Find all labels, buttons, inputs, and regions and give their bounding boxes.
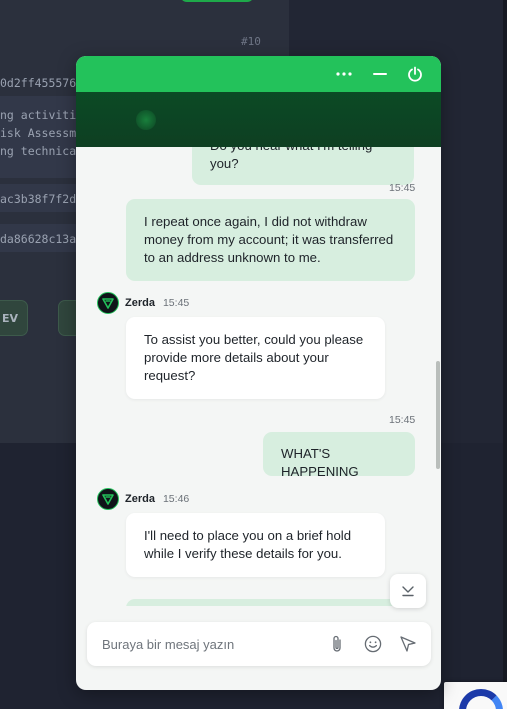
bot-meta: Zerda 15:45 [97,292,189,314]
bot-name: Zerda [125,493,155,505]
user-message: WHAT'S HAPPENING [263,432,415,479]
chat-widget: Do you hear what I'm telling you? 15:45 … [76,56,441,690]
send-icon[interactable] [398,634,418,654]
message-time: 15:45 [162,297,190,309]
message-time: 15:45 [389,414,416,426]
chat-banner [76,92,441,147]
chat-header [76,56,441,92]
zerda-logo-icon [97,488,119,510]
message-list[interactable]: Do you hear what I'm telling you? 15:45 … [76,147,441,606]
message-time: 15:46 [162,493,190,505]
banner-glow [136,110,156,130]
background-top-button[interactable] [180,0,254,2]
zerda-logo-icon [97,292,119,314]
bot-name: Zerda [125,297,155,309]
page-scrollbar[interactable] [503,0,507,709]
user-message: I repeat once again, I did not withdraw … [126,199,415,281]
power-icon[interactable] [406,65,424,83]
message-input[interactable] [102,634,312,654]
scroll-down-button[interactable] [390,574,426,608]
user-message: Do you hear what I'm telling you? [192,147,414,185]
bot-message: I'll need to place you on a brief hold w… [126,513,385,577]
smiley-icon[interactable] [363,634,383,654]
ellipsis-icon[interactable] [335,65,353,83]
message-composer [87,622,431,666]
message-time: 15:45 [389,182,416,194]
recaptcha-badge[interactable] [444,682,507,709]
item-number: #10 [241,35,261,48]
chevron-down-icon [402,586,414,597]
bot-message: To assist you better, could you please p… [126,317,385,399]
chat-scrollbar[interactable] [436,361,440,469]
paperclip-icon[interactable] [327,634,347,654]
background-action-button[interactable]: EV [0,300,28,336]
user-message-partial [126,599,415,606]
bot-meta: Zerda 15:46 [97,488,189,510]
minimize-icon[interactable] [371,65,389,83]
